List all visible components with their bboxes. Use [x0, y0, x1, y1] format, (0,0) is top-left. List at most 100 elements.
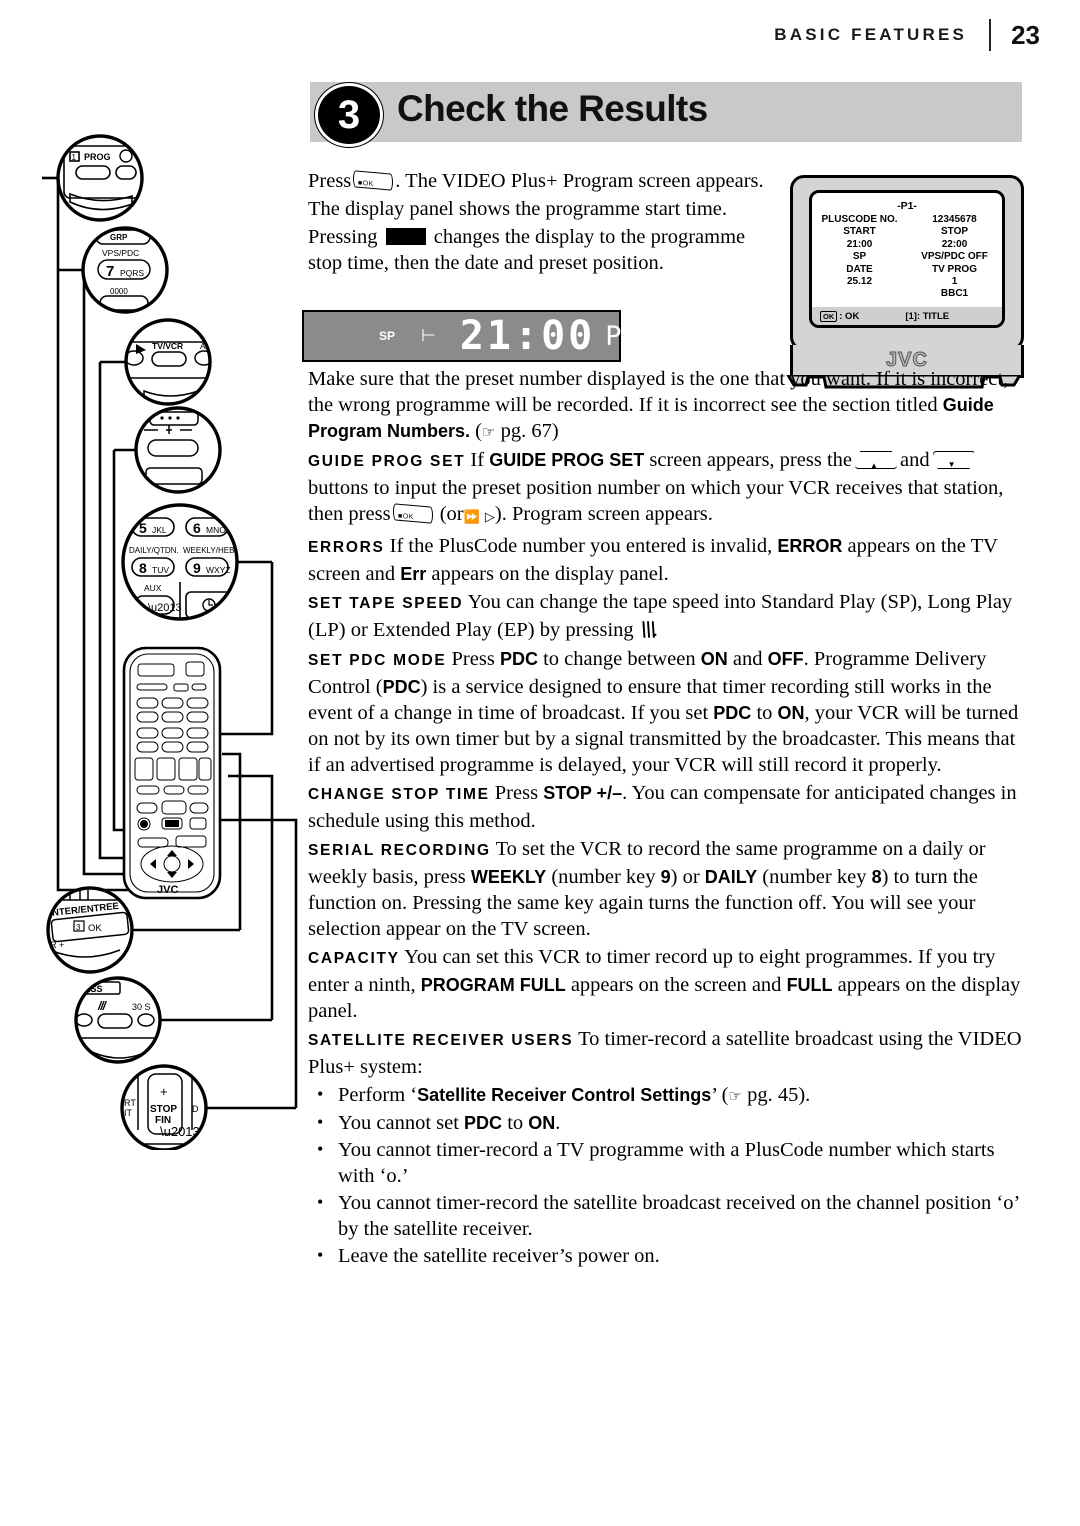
- svg-text:D: D: [192, 1104, 199, 1114]
- svg-text:7: 7: [106, 263, 114, 280]
- gps-t2: screen appears, press the: [644, 449, 852, 471]
- list-item: Leave the satellite receiver’s power on.: [308, 1242, 1026, 1269]
- err-b2: Err: [400, 564, 427, 584]
- sr-t2: (number key: [546, 866, 661, 888]
- cap-b2: FULL: [786, 975, 833, 995]
- svg-text:30 S: 30 S: [132, 1002, 151, 1012]
- svg-text:JKL: JKL: [152, 525, 167, 535]
- sts-t2: .: [652, 619, 658, 641]
- pdc-t1: Press: [451, 648, 500, 670]
- gps-t6: ). Program screen appears.: [494, 503, 713, 525]
- err-b1: ERROR: [777, 536, 843, 556]
- svg-text:TUV: TUV: [152, 565, 169, 575]
- svg-text:PQRS: PQRS: [120, 268, 144, 278]
- gps-t1: If: [470, 449, 490, 471]
- channel-down-button-icon: [932, 451, 975, 469]
- term-change-stop-time: CHANGE STOP TIME: [308, 786, 490, 803]
- term-set-pdc-mode: SET PDC MODE: [308, 652, 447, 669]
- lead-paragraphs: Press . The VIDEO Plus+ Program screen ap…: [308, 168, 773, 276]
- b1-pre: You cannot set: [338, 1112, 465, 1134]
- satellite-bullet-list: Perform ‘Satellite Receiver Control Sett…: [308, 1081, 1026, 1269]
- pointing-hand-icon: ☞: [482, 423, 496, 441]
- paragraph-capacity: CAPACITY You can set this VCR to timer r…: [308, 944, 1026, 1024]
- lead-p1-a: Press: [308, 170, 352, 192]
- chapter-title: BASIC FEATURES: [774, 25, 968, 44]
- pointing-hand-icon-2: ☞: [728, 1087, 742, 1105]
- paragraph-guide-prog-set: GUIDE PROG SET If GUIDE PROG SET screen …: [308, 447, 1026, 531]
- term-errors: ERRORS: [308, 539, 385, 556]
- paragraph-serial-recording: SERIAL RECORDING To set the VCR to recor…: [308, 836, 1026, 942]
- b1-bold: PDC: [464, 1113, 503, 1133]
- svg-text:AUX: AUX: [144, 583, 162, 593]
- gps-b1: GUIDE PROG SET: [489, 450, 645, 470]
- svg-text:VPS/PDC: VPS/PDC: [102, 248, 139, 258]
- pdc-b3: OFF: [767, 649, 804, 669]
- list-item: Perform ‘Satellite Receiver Control Sett…: [308, 1081, 1026, 1109]
- paragraph-set-tape-speed: SET TAPE SPEED You can change the tape s…: [308, 589, 1026, 644]
- pdc-b1: PDC: [499, 649, 538, 669]
- sr-b4: 8: [871, 867, 882, 887]
- svg-text:IT: IT: [124, 1108, 133, 1118]
- ok-button-icon-2: [392, 503, 433, 524]
- term-satellite-receiver-users: SATELLITE RECEIVER USERS: [308, 1032, 574, 1049]
- svg-text:OK: OK: [88, 923, 102, 934]
- svg-text:1: 1: [72, 153, 77, 162]
- lead-p3-a: Pressing: [308, 226, 378, 248]
- sr-b3: DAILY: [704, 867, 758, 887]
- pdc-b5: PDC: [713, 703, 752, 723]
- pdc-t2: to change between: [537, 648, 701, 670]
- svg-text:GRP: GRP: [110, 233, 128, 242]
- gps-t5: (or: [439, 503, 464, 525]
- list-item: You cannot timer-record the satellite br…: [308, 1189, 1026, 1242]
- svg-text:6: 6: [193, 520, 201, 536]
- err-t1: If the PlusCode number you entered is in…: [389, 535, 778, 557]
- ok-button-icon: [353, 170, 394, 191]
- right-triangle-icon: ▷: [484, 510, 495, 525]
- b0-bold: Satellite Receiver Control Settings: [417, 1085, 712, 1105]
- channel-up-button-icon: [855, 451, 897, 469]
- term-serial-recording: SERIAL RECORDING: [308, 842, 491, 859]
- sr-b1: WEEKLY: [470, 867, 547, 887]
- err-t3: appears on the display panel.: [426, 563, 669, 585]
- term-set-tape-speed: SET TAPE SPEED: [308, 595, 464, 612]
- step-number-badge: 3: [315, 83, 383, 147]
- body-content: Press . The VIDEO Plus+ Program screen ap…: [308, 168, 1026, 1270]
- sr-b2: 9: [660, 867, 671, 887]
- pdc-b6: ON: [777, 703, 805, 723]
- tape-speed-button-icon: ⧵⧵⧵: [638, 619, 655, 642]
- paragraph-satellite-users: SATELLITE RECEIVER USERS To timer-record…: [308, 1026, 1026, 1080]
- svg-text:8: 8: [139, 560, 147, 576]
- list-item: You cannot timer-record a TV programme w…: [308, 1136, 1026, 1189]
- svg-text:+: +: [160, 1084, 168, 1099]
- page-header: BASIC FEATURES 23: [0, 18, 1040, 52]
- paragraph-display-panel: The display panel shows the programme st…: [308, 198, 728, 220]
- cap-b1: PROGRAM FULL: [420, 975, 566, 995]
- header-divider: [989, 19, 992, 51]
- pdc-b4: PDC: [382, 677, 421, 697]
- page-number: 23: [1011, 19, 1040, 50]
- paragraph-errors: ERRORS If the PlusCode number you entere…: [308, 533, 1026, 587]
- skip-forward-icon: ⏩: [463, 510, 480, 525]
- pdc-b2: ON: [700, 649, 728, 669]
- svg-text:0000: 0000: [110, 287, 128, 296]
- svg-text:RT: RT: [124, 1098, 136, 1108]
- term-capacity: CAPACITY: [308, 950, 400, 967]
- b1-bold2: ON: [528, 1113, 556, 1133]
- paragraph-preset-note: Make sure that the preset number display…: [308, 368, 1009, 442]
- svg-text:JVC: JVC: [157, 884, 178, 896]
- gps-t3: and: [900, 449, 930, 471]
- pdc-t6: to: [751, 702, 778, 724]
- b0-pre: Perform ‘: [338, 1084, 418, 1106]
- b1-post: .: [555, 1112, 561, 1134]
- lead-p1-b: . The VIDEO Plus+ Program screen appears…: [395, 170, 764, 192]
- step-title: Check the Results: [397, 88, 708, 129]
- b0-mid: ’ (: [711, 1084, 729, 1106]
- paragraph-set-pdc-mode: SET PDC MODE Press PDC to change between…: [308, 646, 1026, 778]
- cap-t2: appears on the screen and: [565, 974, 787, 996]
- remote-control-illustration: PROG 1 GRP VPS/PDC 7 PQRS 0000 TV/VCR A: [40, 130, 305, 1150]
- svg-text:WXYZ: WXYZ: [206, 565, 231, 575]
- sr-t4: (number key: [757, 866, 872, 888]
- svg-text:TV/VCR: TV/VCR: [152, 341, 183, 351]
- cst-b1: STOP +/–: [543, 783, 623, 803]
- b1-mid: to: [502, 1112, 529, 1134]
